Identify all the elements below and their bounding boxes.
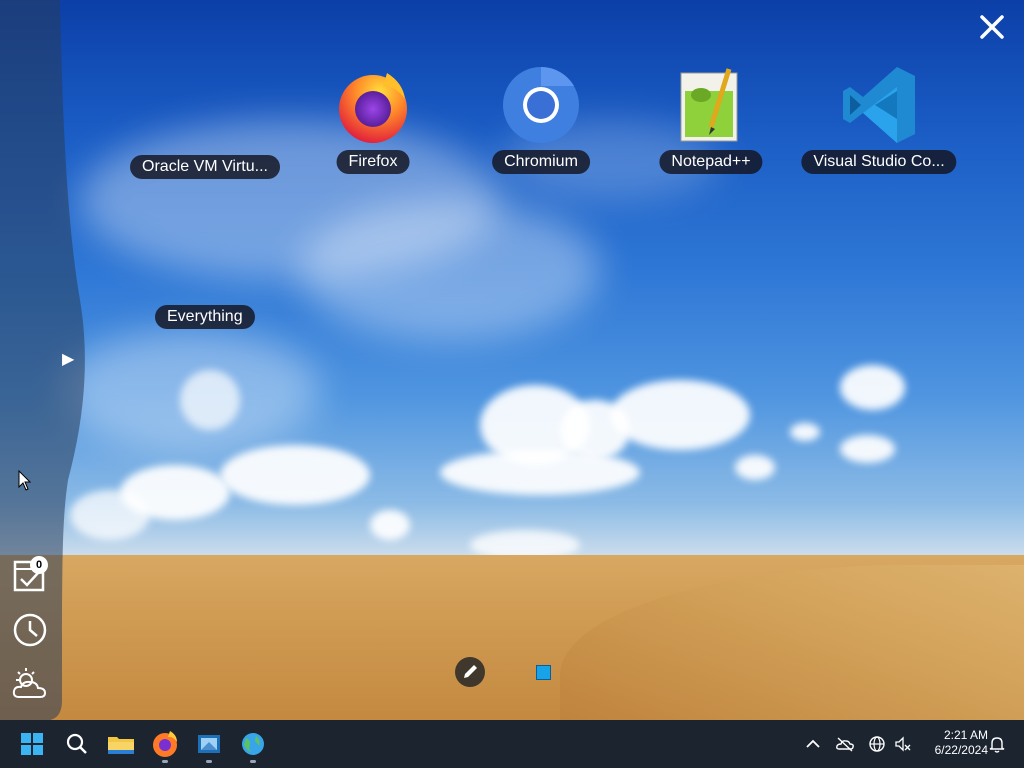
expand-panel-arrow-icon[interactable]: ▶ xyxy=(62,350,76,370)
shortcut-label: Firefox xyxy=(336,150,410,174)
clock-icon[interactable] xyxy=(10,610,50,650)
side-panel: ▶ 0 xyxy=(0,0,86,720)
tasks-badge: 0 xyxy=(30,556,48,574)
pencil-icon xyxy=(464,665,477,678)
shortcut-notepadpp[interactable]: Notepad++ xyxy=(626,65,796,185)
clock-time: 2:21 AM xyxy=(943,728,988,742)
virtualbox-icon xyxy=(198,735,220,753)
taskbar: 2:21 AM 6/22/2024 xyxy=(0,720,1024,768)
volume-muted-icon[interactable] xyxy=(893,734,913,754)
shortcut-label: Visual Studio Co... xyxy=(801,150,957,174)
file-explorer-icon[interactable] xyxy=(105,728,137,760)
firefox-icon xyxy=(339,73,407,143)
notepadpp-icon xyxy=(680,68,738,142)
taskbar-browser[interactable] xyxy=(237,728,269,763)
weather-icon[interactable] xyxy=(10,664,50,704)
clock-date: 6/22/2024 xyxy=(934,743,988,757)
start-icon[interactable] xyxy=(16,728,48,760)
shortcut-everything-label[interactable]: Everything xyxy=(155,305,255,329)
chevron-up-icon[interactable] xyxy=(803,734,823,754)
shortcut-chromium[interactable]: Chromium xyxy=(456,65,626,185)
notification-bell-icon[interactable] xyxy=(987,734,1007,754)
browser-globe-icon xyxy=(242,733,264,755)
blue-square-icon[interactable] xyxy=(536,665,551,680)
firefox-icon xyxy=(153,731,177,757)
onedrive-off-icon[interactable] xyxy=(835,734,855,754)
shortcut-label: Notepad++ xyxy=(659,150,763,174)
taskbar-virtualbox[interactable] xyxy=(193,728,225,763)
shortcut-firefox[interactable]: Firefox xyxy=(288,65,458,185)
vscode-icon xyxy=(843,67,915,143)
edit-pencil-button[interactable] xyxy=(455,657,485,687)
close-icon[interactable] xyxy=(975,10,1009,44)
taskbar-clock[interactable]: 2:21 AM 6/22/2024 xyxy=(918,728,988,758)
search-icon[interactable] xyxy=(61,728,93,760)
shortcut-label: Oracle VM Virtu... xyxy=(130,155,280,179)
taskbar-firefox[interactable] xyxy=(149,728,181,763)
network-globe-icon[interactable] xyxy=(867,734,887,754)
shortcut-vscode[interactable]: Visual Studio Co... xyxy=(794,65,964,185)
shortcut-virtualbox[interactable]: Oracle VM Virtu... xyxy=(120,70,290,190)
mouse-pointer-icon xyxy=(18,470,32,491)
shortcut-label: Chromium xyxy=(492,150,590,174)
chromium-icon xyxy=(503,66,579,143)
